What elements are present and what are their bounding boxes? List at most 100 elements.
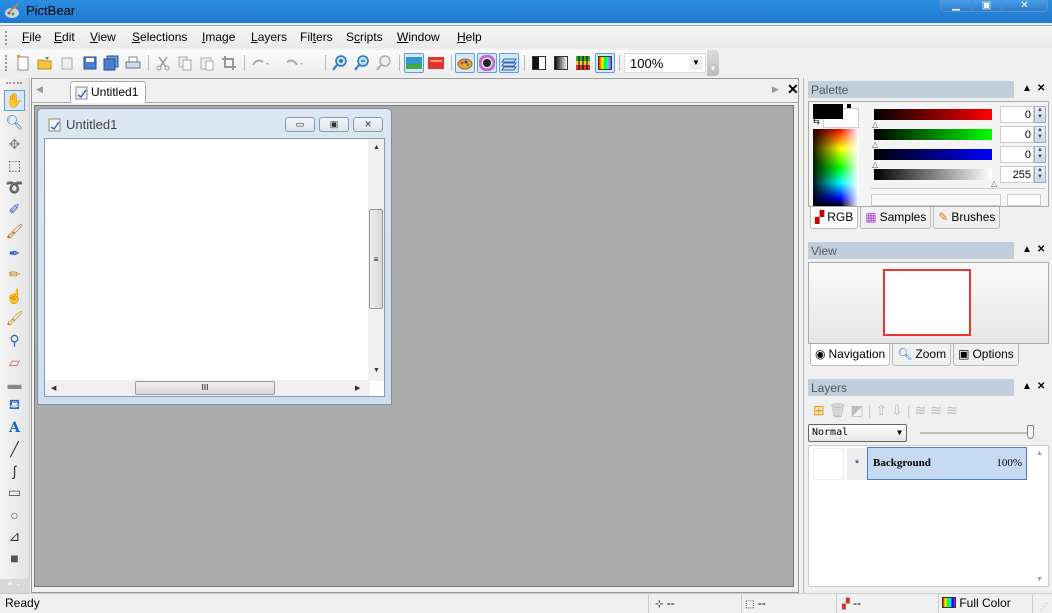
viewport-frame[interactable] xyxy=(883,269,971,336)
zoom-level-select[interactable]: 100% ▼ xyxy=(624,53,706,73)
tool-move[interactable]: ✥ xyxy=(4,134,25,155)
horizontal-scroll-thumb[interactable]: III xyxy=(135,381,275,395)
red-value-input[interactable]: 0 xyxy=(1000,106,1034,123)
alpha-value-input[interactable]: 255 xyxy=(1000,166,1034,183)
maximize-button[interactable]: ▣ xyxy=(971,0,1001,11)
tab-zoom[interactable]: 🔍︎ Zoom xyxy=(892,344,952,366)
menu-window[interactable]: Window xyxy=(397,30,440,44)
tab-scroll-right-button[interactable]: ▶ xyxy=(772,84,779,95)
collapse-button[interactable]: ▲ xyxy=(1022,83,1032,94)
tab-scroll-left-button[interactable]: ◀ xyxy=(36,84,43,95)
alpha-slider-handle[interactable]: △ xyxy=(991,179,997,188)
tool-rectangle[interactable]: ▭ xyxy=(4,482,25,503)
menu-filters[interactable]: Filters xyxy=(300,30,333,44)
swap-colors-icon[interactable]: ⇆ xyxy=(813,117,820,126)
navigator-preview[interactable] xyxy=(808,262,1049,344)
palette-toggle-icon[interactable] xyxy=(455,53,475,73)
layer-thumbnail[interactable] xyxy=(813,448,844,480)
tab-options[interactable]: ▣ Options xyxy=(953,344,1019,366)
horizontal-scrollbar[interactable]: ◀ III ▶ xyxy=(45,380,370,396)
tool-gradient[interactable]: ▬ xyxy=(4,373,25,394)
panel-close-button[interactable]: ✕ xyxy=(1037,244,1045,255)
tool-rect-select[interactable]: ⬚ xyxy=(4,155,25,176)
tool-line[interactable]: ╱ xyxy=(4,439,25,460)
doc-minimize-button[interactable]: ▭ xyxy=(285,117,315,132)
resize-grip[interactable]: ⋰ xyxy=(1040,602,1048,611)
tool-curve[interactable]: ∫ xyxy=(4,461,25,482)
move-layer-down-icon[interactable]: ⇩ xyxy=(891,402,903,419)
print-icon[interactable] xyxy=(123,53,143,73)
view-image-icon[interactable] xyxy=(404,53,424,73)
red-slider-handle[interactable]: △ xyxy=(872,120,878,129)
merge-down-icon[interactable]: ≋ xyxy=(915,402,927,419)
blue-slider[interactable] xyxy=(874,149,992,160)
menu-selections[interactable]: Selections xyxy=(132,30,187,44)
red-slider[interactable] xyxy=(874,109,992,120)
tool-brush[interactable]: 🖌︎ xyxy=(4,221,25,242)
tab-untitled1[interactable]: Untitled1 xyxy=(70,81,146,103)
collapse-button[interactable]: ▲ xyxy=(1022,381,1032,392)
paste-icon[interactable] xyxy=(197,53,217,73)
layers-toggle-icon[interactable] xyxy=(499,53,519,73)
scroll-down-arrow[interactable]: ▼ xyxy=(373,367,380,374)
tab-brushes[interactable]: ✎ Brushes xyxy=(933,207,1001,229)
save-icon[interactable] xyxy=(80,53,100,73)
doc-close-button[interactable]: ✕ xyxy=(353,117,383,132)
tool-smudge[interactable]: ☝ xyxy=(4,286,25,307)
redo-icon[interactable] xyxy=(284,53,304,73)
navigator-toggle-icon[interactable] xyxy=(477,53,497,73)
green-slider-handle[interactable]: △ xyxy=(872,140,878,149)
blue-value-input[interactable]: 0 xyxy=(1000,146,1034,163)
tool-hand[interactable]: ✋ xyxy=(4,90,25,111)
layer-visibility-marker[interactable]: * xyxy=(847,448,867,480)
scroll-down-arrow[interactable]: ▼ xyxy=(1036,576,1043,583)
flatten-icon[interactable]: ≋ xyxy=(946,402,958,419)
tool-dodge[interactable]: 🖌︎ xyxy=(4,308,25,329)
tab-navigation[interactable]: ◉ Navigation xyxy=(810,344,891,366)
new-layer-icon[interactable]: ⊞ xyxy=(813,402,825,419)
red-spinner[interactable]: ▲ ▼ xyxy=(1034,106,1046,123)
collapse-button[interactable]: ▲ xyxy=(1022,244,1032,255)
menu-help[interactable]: Help xyxy=(457,30,482,44)
close-tab-button[interactable]: ✕ xyxy=(787,81,799,98)
paste-new-icon[interactable] xyxy=(57,53,77,73)
close-button[interactable]: ✕ xyxy=(1001,0,1047,11)
green-value-input[interactable]: 0 xyxy=(1000,126,1034,143)
vertical-scrollbar[interactable]: ▲ ≡ ▼ xyxy=(368,139,384,381)
cut-icon[interactable] xyxy=(153,53,173,73)
menu-scripts[interactable]: Scripts xyxy=(346,30,383,44)
menu-view[interactable]: View xyxy=(90,30,116,44)
copy-icon[interactable] xyxy=(175,53,195,73)
zoom-in-icon[interactable] xyxy=(330,53,350,73)
opacity-slider-handle[interactable] xyxy=(1027,425,1034,439)
reset-colors-icon[interactable] xyxy=(847,104,851,108)
tool-ellipse[interactable]: ○ xyxy=(4,504,25,525)
zoom-out-icon[interactable] xyxy=(352,53,372,73)
move-layer-up-icon[interactable]: ⇧ xyxy=(875,402,887,419)
tool-lasso[interactable]: ➰ xyxy=(4,177,25,198)
blend-mode-select[interactable]: Normal ▼ xyxy=(808,424,907,442)
menu-layers[interactable]: Layers xyxy=(251,30,287,44)
scroll-up-arrow[interactable]: ▲ xyxy=(373,144,380,151)
doc-maximize-button[interactable]: ▣ xyxy=(319,117,349,132)
blue-slider-handle[interactable]: △ xyxy=(872,160,878,169)
tool-eraser[interactable]: ▱ xyxy=(4,352,25,373)
open-icon[interactable] xyxy=(35,53,55,73)
tool-zoom[interactable]: 🔍︎ xyxy=(4,112,25,133)
tab-samples[interactable]: ▦ Samples xyxy=(860,207,932,229)
save-all-icon[interactable] xyxy=(101,53,121,73)
tool-color-pen[interactable]: ✐ xyxy=(4,199,25,220)
alpha-spinner[interactable]: ▲ ▼ xyxy=(1034,166,1046,183)
levels-icon[interactable] xyxy=(573,53,593,73)
hex-field[interactable] xyxy=(871,194,1001,206)
view-background-icon[interactable] xyxy=(426,53,446,73)
tool-text[interactable]: A xyxy=(4,417,25,438)
blue-spinner[interactable]: ▲ ▼ xyxy=(1034,146,1046,163)
tool-airbrush[interactable]: ✒ xyxy=(4,243,25,264)
crop-icon[interactable] xyxy=(219,53,239,73)
layer-properties-icon[interactable]: ◩ xyxy=(851,402,864,419)
zoom-actual-icon[interactable] xyxy=(374,53,394,73)
menu-file[interactable]: File xyxy=(22,30,41,44)
gradient-icon[interactable] xyxy=(551,53,571,73)
grayscale-icon[interactable] xyxy=(529,53,549,73)
